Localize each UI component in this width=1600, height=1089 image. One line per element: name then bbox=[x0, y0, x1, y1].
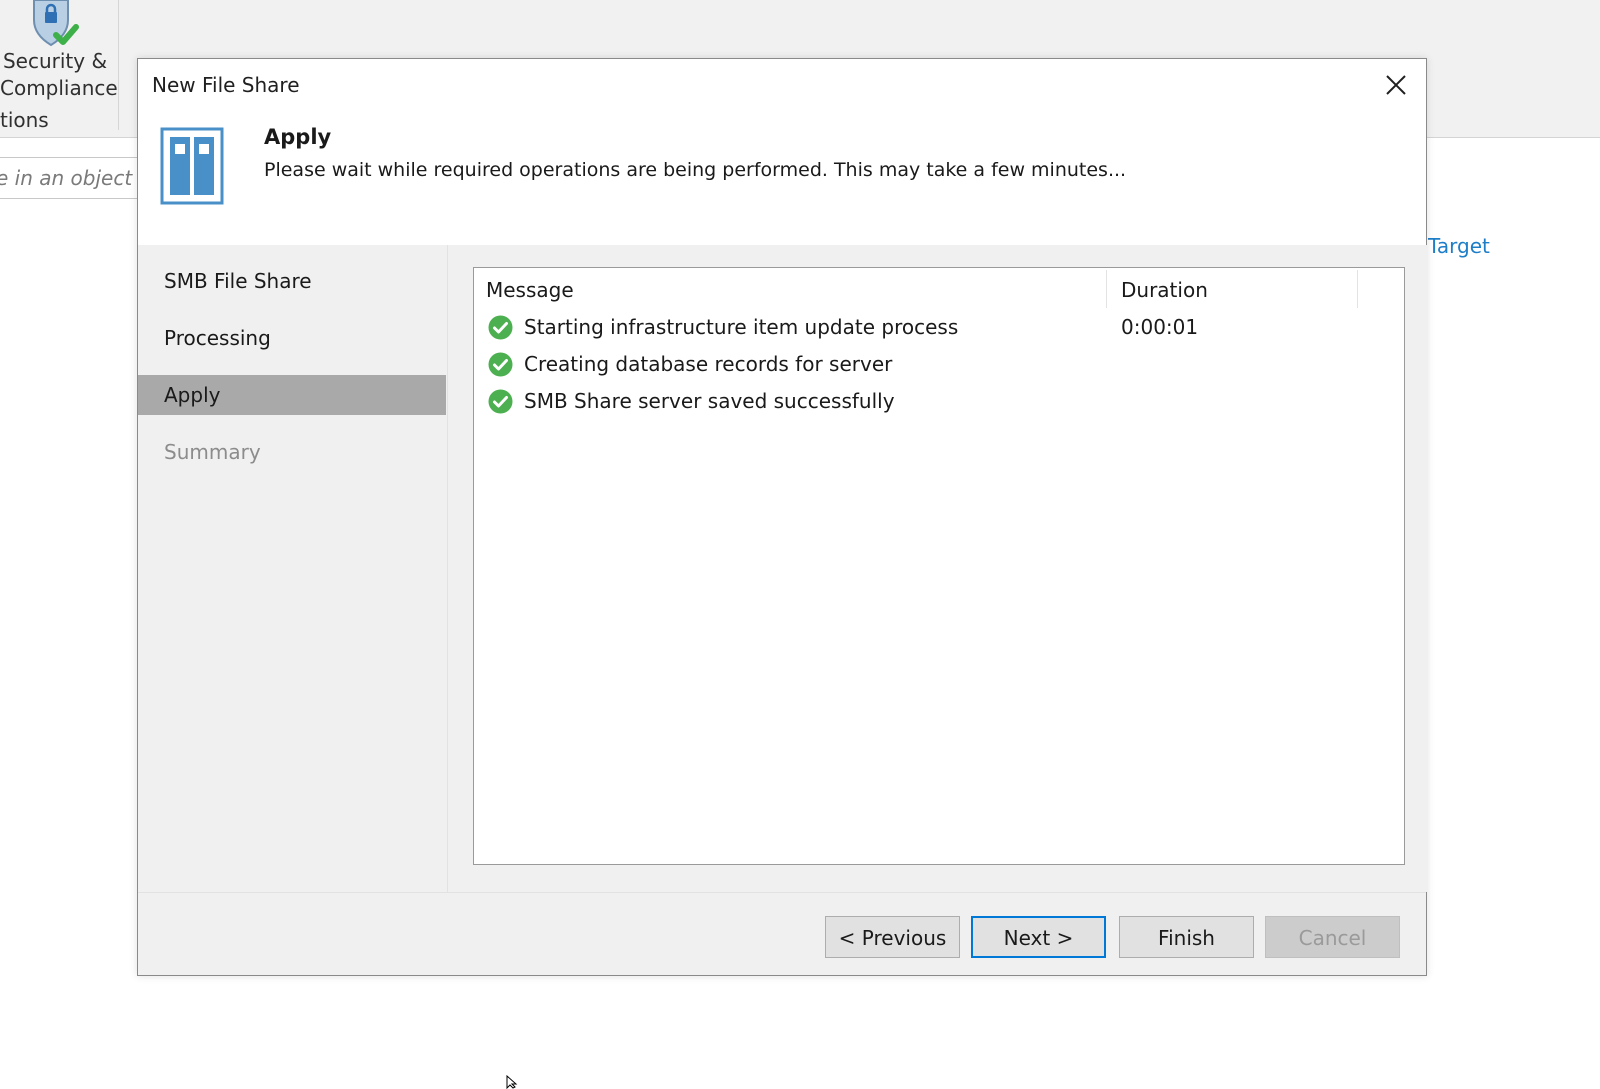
step-apply[interactable]: Apply bbox=[138, 375, 446, 415]
log-message: SMB Share server saved successfully bbox=[524, 389, 895, 413]
column-header-duration[interactable]: Duration bbox=[1121, 278, 1208, 302]
log-row: Creating database records for server bbox=[474, 347, 1404, 383]
target-link[interactable]: Target bbox=[1428, 234, 1490, 258]
step-processing[interactable]: Processing bbox=[138, 318, 446, 358]
column-separator[interactable] bbox=[1106, 270, 1107, 308]
ribbon-button-security-compliance[interactable]: Security & Compliance bbox=[0, 48, 118, 102]
step-smb-file-share[interactable]: SMB File Share bbox=[138, 261, 446, 301]
mouse-cursor-icon bbox=[506, 1075, 518, 1089]
column-separator[interactable] bbox=[1357, 270, 1358, 308]
ribbon-group-label: tions bbox=[0, 108, 49, 132]
dialog-footer: < Previous Next > Finish Cancel bbox=[138, 892, 1426, 975]
security-shield-check-icon[interactable] bbox=[26, 0, 82, 50]
step-summary: Summary bbox=[164, 440, 261, 464]
next-button[interactable]: Next > bbox=[971, 916, 1106, 958]
success-check-icon bbox=[488, 389, 513, 414]
previous-button[interactable]: < Previous bbox=[825, 916, 960, 958]
step-description: Please wait while required operations ar… bbox=[264, 159, 1127, 181]
dialog-title: New File Share bbox=[152, 73, 300, 97]
wizard-steps: SMB File Share Processing Apply Summary bbox=[138, 245, 446, 892]
log-message: Creating database records for server bbox=[524, 352, 893, 376]
dialog-header: New File Share Apply Please wait while r… bbox=[138, 59, 1426, 245]
file-share-icon bbox=[160, 127, 224, 205]
log-duration: 0:00:01 bbox=[1121, 315, 1199, 339]
log-message: Starting infrastructure item update proc… bbox=[524, 315, 959, 339]
ribbon-separator bbox=[118, 0, 119, 130]
step-content: Message Duration Starting infrastructure… bbox=[447, 245, 1428, 892]
finish-button[interactable]: Finish bbox=[1119, 916, 1254, 958]
log-row: SMB Share server saved successfully bbox=[474, 384, 1404, 420]
log-header: Message Duration bbox=[474, 268, 1404, 310]
success-check-icon bbox=[488, 352, 513, 377]
step-heading: Apply bbox=[264, 125, 332, 149]
column-header-message[interactable]: Message bbox=[486, 278, 574, 302]
new-file-share-dialog: New File Share Apply Please wait while r… bbox=[137, 58, 1428, 976]
log-row: Starting infrastructure item update proc… bbox=[474, 310, 1404, 346]
close-icon[interactable] bbox=[1380, 69, 1412, 101]
success-check-icon bbox=[488, 315, 513, 340]
operation-log-list[interactable]: Message Duration Starting infrastructure… bbox=[473, 267, 1405, 865]
object-search-input[interactable]: e in an object na bbox=[0, 157, 140, 199]
cancel-button: Cancel bbox=[1265, 916, 1400, 958]
